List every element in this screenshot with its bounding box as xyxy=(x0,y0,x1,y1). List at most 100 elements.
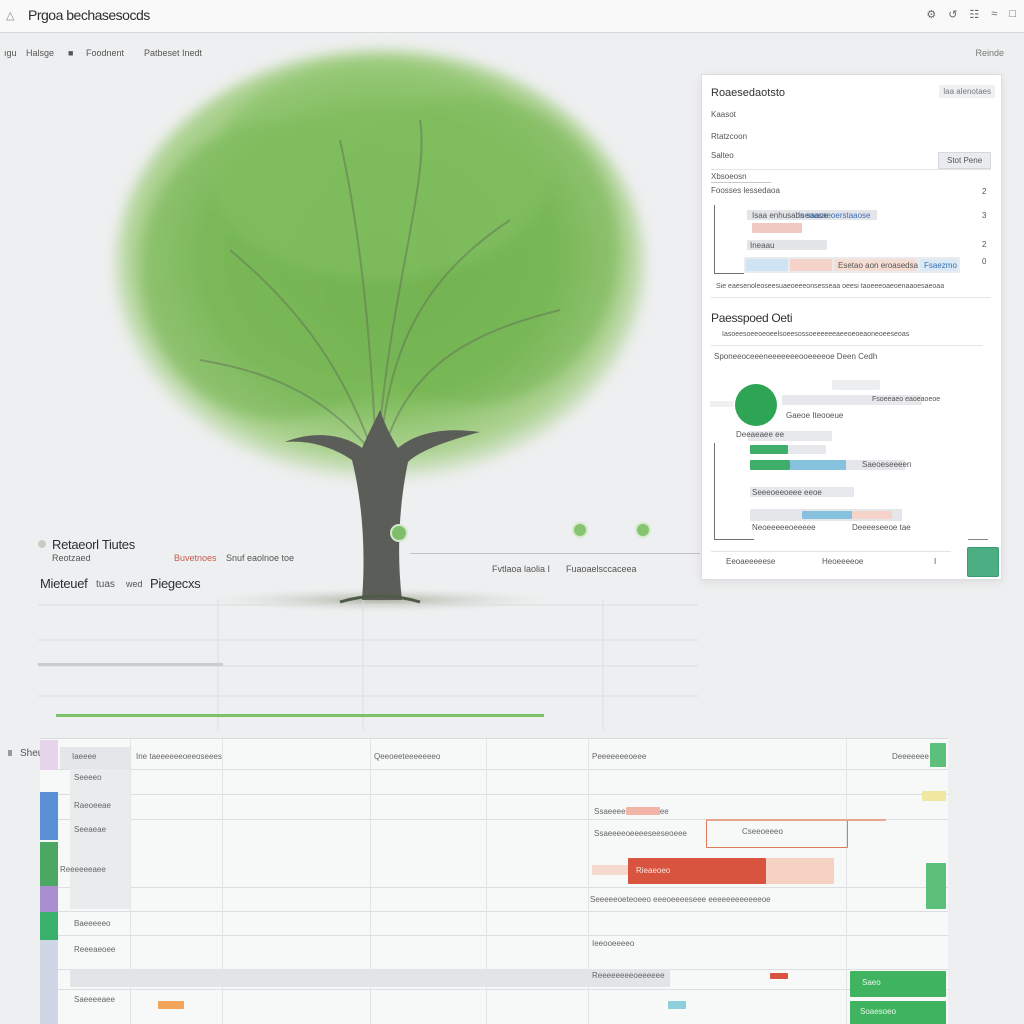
side-marker-icon xyxy=(8,750,12,756)
panel-action-button[interactable]: Stot Pene xyxy=(938,152,992,169)
count-4: 0 xyxy=(982,257,987,266)
count-2: 3 xyxy=(982,211,987,220)
row-label-3[interactable]: Seeaeae xyxy=(74,825,106,834)
center-caption-b: Fuaoaelsccaceea xyxy=(566,564,637,574)
marker-icon-3[interactable] xyxy=(635,522,651,538)
cell-2[interactable]: Ssaeeeeoeeeeseeseoeee xyxy=(594,829,687,838)
cell-4[interactable]: Rieaeoeo xyxy=(636,866,670,875)
panel-divider-2 xyxy=(711,297,991,298)
chart-label-0: Fsoeeaeo eaoeaoeoe xyxy=(872,396,941,403)
background-grid xyxy=(38,600,698,730)
confirm-button[interactable] xyxy=(967,547,999,577)
col-header-3[interactable]: Qeeoeeteeeeeeeo xyxy=(374,752,440,761)
cell-6[interactable]: Ieeooeeeeo xyxy=(592,939,634,948)
col-header-2[interactable]: Ine taeeeeeeoeeoseees xyxy=(136,752,222,761)
window-title: Prgoa bechasesocds xyxy=(28,7,150,23)
subnav-item-1[interactable]: ıgu xyxy=(4,48,17,58)
row-label-5[interactable]: Baeeeeeo xyxy=(74,919,110,928)
table-col-line xyxy=(846,739,847,1024)
marker-icon-1[interactable] xyxy=(390,524,408,542)
grid-icon[interactable]: ☷ xyxy=(969,8,979,21)
green-action-label-2[interactable]: Soaesoeo xyxy=(860,1007,896,1016)
panel-label-1: Kaasot xyxy=(711,110,736,119)
cell-5[interactable]: Seeeeeoeteoeeo eeeoeeeeseee eeeeeeeeeeee… xyxy=(590,895,771,904)
table-header-line xyxy=(40,769,948,770)
side-green-tab-1[interactable] xyxy=(930,743,946,767)
chart-label-3: Saeoeseeeen xyxy=(862,460,912,469)
col-header-1[interactable]: Iaeeee xyxy=(72,752,96,761)
center-caption: Fvtlaoa laolia I xyxy=(492,564,551,574)
row-bar-4a xyxy=(746,259,788,271)
row-label-2[interactable]: Ineoasaeoerstaaose xyxy=(798,211,871,220)
refresh-icon[interactable]: ↺ xyxy=(948,8,957,21)
settings-icon[interactable]: ⚙ xyxy=(926,8,936,21)
count-1: 2 xyxy=(982,187,987,196)
panel-label-4: Xbsoeosn xyxy=(711,172,747,181)
table-row-line xyxy=(40,794,948,795)
overlay-title-2c: wed xyxy=(126,579,143,589)
chart-bar-top xyxy=(832,380,880,390)
row-label-3[interactable]: Ineaau xyxy=(750,241,774,250)
row-label-2[interactable]: Raeoeeae xyxy=(74,801,111,810)
side-strip-green-2 xyxy=(40,912,58,940)
side-green-tab-2[interactable] xyxy=(926,863,946,909)
title-bar: △ Prgoa bechasesocds ⚙ ↺ ☷ ≈ □ xyxy=(0,0,1024,33)
side-strip-purple xyxy=(40,740,58,770)
chart-label-bg xyxy=(710,401,734,407)
chart-bar-6b xyxy=(852,511,892,519)
gantt-red-bar-tail[interactable] xyxy=(766,858,834,884)
gantt-red-tick xyxy=(770,973,788,979)
subnav-right-link[interactable]: Reinde xyxy=(975,48,1004,58)
panel-divider-1 xyxy=(711,169,991,170)
chart-bar-3 xyxy=(750,445,788,454)
row-label-1[interactable]: Seeeeo xyxy=(74,773,102,782)
row-label-6[interactable]: Reeeaeoee xyxy=(74,945,115,954)
row-bar-2 xyxy=(752,223,802,233)
col-header-5[interactable]: Deeeeeee xyxy=(892,752,929,761)
marker-icon-2[interactable] xyxy=(572,522,588,538)
gantt-cyan-tick xyxy=(668,1001,686,1009)
chart-label-5: Neoeeeeeoeeeee xyxy=(752,523,816,532)
section-title: Paesspoed Oeti xyxy=(711,311,793,325)
side-strip-green xyxy=(40,842,58,886)
row-label-4[interactable]: Esetao aon eroasedsa xyxy=(838,261,918,270)
triangle-icon[interactable]: △ xyxy=(6,9,18,22)
highlight-row-bg xyxy=(70,969,670,987)
gantt-orange-tick xyxy=(158,1001,184,1009)
panel-tag[interactable]: laa alenotaes xyxy=(939,85,995,98)
cell-3[interactable]: Cseeoeeeo xyxy=(742,827,783,836)
panel-footer-line: Sie eaesenoleoseesuaeoeeeonsesseaa oeesi… xyxy=(716,283,945,290)
gantt-stub xyxy=(592,865,628,875)
wifi-icon[interactable]: ≈ xyxy=(991,8,997,21)
schedule-table: Iaeeee Ine taeeeeeeoeeoseees Qeeoeeteeee… xyxy=(40,738,948,1024)
titlebar-controls: ⚙ ↺ ☷ ≈ □ xyxy=(926,8,1016,21)
subnav-separator-icon: ■ xyxy=(68,48,74,58)
row-label-4[interactable]: Reeeeeeaee xyxy=(60,865,106,874)
overlay-heading: Retaeorl Tiutes xyxy=(52,537,135,552)
overlay-title-2b: tuas xyxy=(96,579,115,590)
table-row-line xyxy=(40,911,948,912)
row-label-5[interactable]: Fsaezmo xyxy=(924,261,957,270)
tree-bracket-foot xyxy=(714,273,744,274)
chart-axis xyxy=(714,443,715,539)
subnav-item-2[interactable]: Halsge xyxy=(26,48,54,58)
gantt-outline-top xyxy=(706,819,886,821)
tree-bracket xyxy=(714,205,715,273)
col-header-4[interactable]: Peeeeeeeoeee xyxy=(592,752,646,761)
window-icon[interactable]: □ xyxy=(1009,8,1016,21)
side-strip-violet xyxy=(40,886,58,912)
chart-label-1: Gaeoe Iteooeue xyxy=(786,411,844,420)
green-action-label[interactable]: Saeo xyxy=(862,978,881,987)
chart-label-6: Deeeeseeoe tae xyxy=(852,523,911,532)
side-yellow-tag[interactable] xyxy=(922,791,946,801)
overlay-sub-a: Reotzaed xyxy=(52,553,91,563)
chart-bar-4b xyxy=(790,460,846,470)
app-window: △ Prgoa bechasesocds ⚙ ↺ ☷ ≈ □ ıgu Halsg… xyxy=(0,0,1024,1024)
table-row-line xyxy=(40,989,948,990)
cell-1-tag xyxy=(626,807,660,815)
count-3: 2 xyxy=(982,240,987,249)
panel-handle[interactable] xyxy=(968,539,988,540)
row-label-7[interactable]: Saeeeeaee xyxy=(74,995,115,1004)
cell-7[interactable]: Reeeeeeeeoeeeeee xyxy=(592,971,665,980)
timeline-line xyxy=(410,553,700,554)
